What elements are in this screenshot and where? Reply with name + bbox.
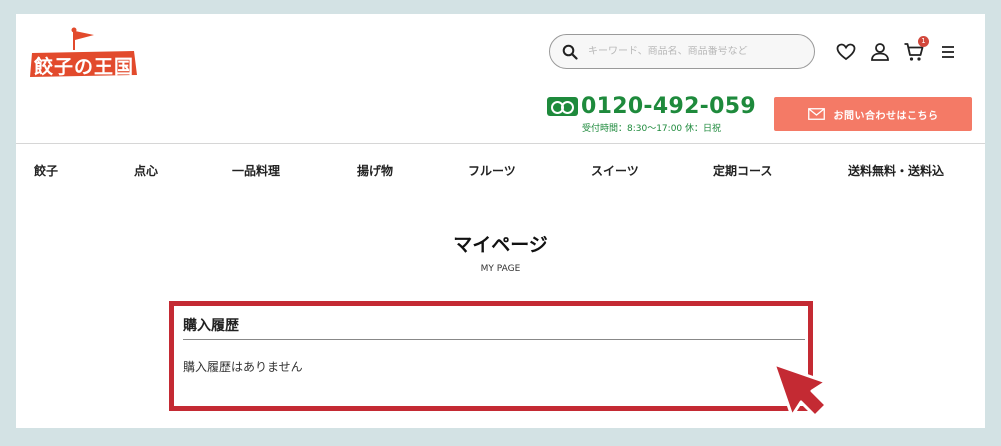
purchase-history-panel: 購入履歴 購入履歴はありません [169, 301, 813, 411]
account-button[interactable] [869, 41, 891, 63]
heart-icon [836, 43, 856, 61]
phone-hours: 受付時間：8:30〜17:00 休：日祝 [582, 124, 722, 134]
mail-icon [807, 108, 825, 120]
phone-number[interactable]: 0120-492-059 [581, 94, 756, 119]
logo-text: 餃子の王国 [33, 55, 134, 78]
purchase-history-empty-message: 購入履歴はありません [183, 360, 303, 374]
nav-item-tenshin[interactable]: 点心 [134, 162, 158, 179]
phone-contact: 0120-492-059 受付時間：8:30〜17:00 休：日祝 [547, 94, 757, 134]
cart-count-badge: 1 [918, 36, 929, 47]
contact-button-label: お問い合わせはこちら [833, 110, 939, 122]
page-subtitle: MY PAGE [480, 264, 521, 274]
menu-icon [942, 46, 954, 58]
search-icon[interactable] [562, 44, 578, 60]
user-icon [871, 43, 889, 61]
page-title: マイページ [453, 234, 548, 256]
nav-item-ippin[interactable]: 一品料理 [232, 162, 280, 179]
purchase-history-heading: 購入履歴 [183, 318, 239, 334]
cart-button[interactable]: 1 [903, 36, 929, 63]
contact-button[interactable]: お問い合わせはこちら [774, 97, 972, 131]
menu-button[interactable] [937, 41, 959, 63]
category-nav: 餃子 点心 一品料理 揚げ物 フルーツ スイーツ 定期コース 送料無料・送料込 [16, 162, 985, 180]
favorites-button[interactable] [835, 41, 857, 63]
header-divider [16, 143, 985, 144]
nav-item-agemono[interactable]: 揚げ物 [357, 162, 393, 179]
page-canvas: 餃子の王国 1 [16, 14, 985, 428]
freedial-icon [547, 97, 578, 116]
nav-item-sweets[interactable]: スイーツ [591, 162, 639, 179]
pointer-arrow-icon [772, 362, 828, 418]
purchase-history-divider [183, 339, 805, 340]
nav-item-subscription[interactable]: 定期コース [713, 162, 772, 179]
search-input[interactable] [588, 46, 798, 57]
nav-item-free-shipping[interactable]: 送料無料・送料込 [848, 162, 944, 179]
nav-item-gyoza[interactable]: 餃子 [34, 162, 58, 179]
nav-item-fruits[interactable]: フルーツ [468, 162, 516, 179]
search-bar[interactable] [549, 34, 815, 69]
logo[interactable]: 餃子の王国 [28, 26, 140, 78]
